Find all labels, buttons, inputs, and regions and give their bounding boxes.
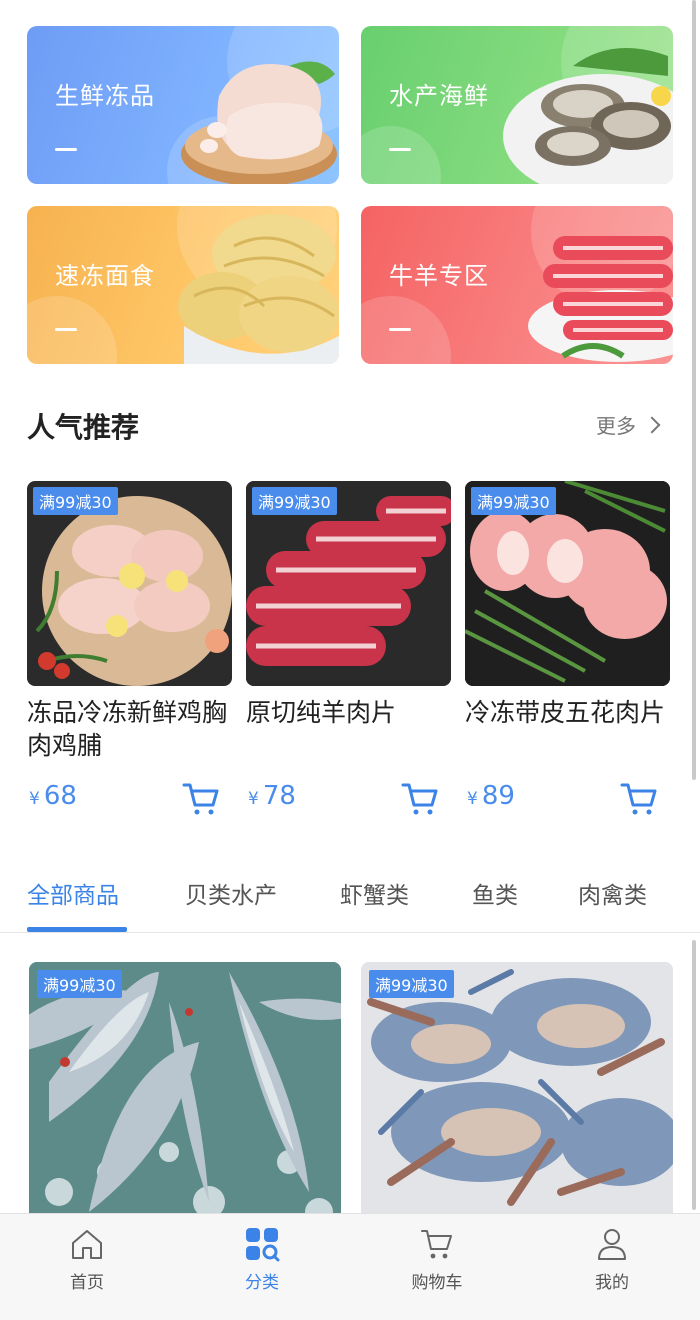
chicken-leg-image [181,61,337,184]
add-to-cart-icon[interactable] [182,781,220,817]
app-page: 生鲜冻品 水产海鲜 速冻面食 牛羊专区 人气推荐 更多 满99减30 冻品冷冻新… [0,0,700,1320]
bottom-nav: 首页 分类 购物车 我的 [0,1213,700,1320]
category-card-frozen-noodles[interactable]: 速冻面食 [27,206,339,364]
product-name[interactable]: 原切纯羊肉片 [246,696,451,766]
currency-symbol: ¥ [467,789,478,809]
category-dash [389,148,411,151]
category-icon [246,1228,280,1262]
category-dash [389,328,411,331]
category-dash [55,148,77,151]
category-title: 生鲜冻品 [55,82,155,110]
add-to-cart-icon[interactable] [401,781,439,817]
product-card[interactable]: 满99减30 冷冻带皮五花肉片 ¥89 [465,481,670,815]
product-price: ¥89 [467,781,515,811]
price-value: 78 [262,781,296,811]
product-name[interactable]: 冷冻带皮五花肉片 [465,696,670,766]
product-card[interactable]: 满99减30 冻品冷冻新鲜鸡胸肉鸡脯 ¥68 [27,481,232,815]
category-card-beef-lamb[interactable]: 牛羊专区 [361,206,673,364]
price-value: 68 [43,781,77,811]
nav-label: 分类 [245,1273,279,1293]
category-title: 牛羊专区 [389,262,489,290]
home-icon [72,1230,102,1259]
product-price: ¥78 [248,781,296,811]
more-link[interactable]: 更多 [596,410,661,439]
nav-label: 购物车 [411,1273,463,1293]
chevron-right-icon [643,416,661,433]
list-item[interactable]: 满99减30 [361,962,673,1222]
product-name[interactable]: 冻品冷冻新鲜鸡胸肉鸡脯 [27,696,232,766]
promo-tag: 满99减30 [37,970,122,998]
scrollbar-list[interactable] [692,940,696,1210]
oysters-image [503,48,673,184]
category-card-seafood[interactable]: 水产海鲜 [361,26,673,184]
promo-tag: 满99减30 [369,970,454,998]
promo-tag: 满99减30 [471,487,556,515]
price-value: 89 [481,781,515,811]
category-dash [55,328,77,331]
category-card-fresh-frozen[interactable]: 生鲜冻品 [27,26,339,184]
nav-item-cart[interactable]: 购物车 [387,1226,487,1293]
nav-item-category[interactable]: 分类 [212,1226,312,1293]
product-card[interactable]: 满99减30 原切纯羊肉片 ¥78 [246,481,451,815]
category-title: 速冻面食 [55,262,155,290]
product-image[interactable]: 满99减30 [465,481,670,686]
more-label: 更多 [596,414,636,438]
promo-tag: 满99减30 [252,487,337,515]
tab-shrimp-crab[interactable]: 虾蟹类 [340,876,409,910]
section-title-popular: 人气推荐 [27,411,140,444]
promo-tag: 满99减30 [33,487,118,515]
tabs-divider [0,932,700,933]
meat-rolls-image [528,236,673,362]
scrollbar-main[interactable] [692,0,696,780]
cart-icon [421,1230,452,1259]
fish-on-ice-image [29,962,341,1222]
nav-label: 我的 [595,1273,629,1293]
currency-symbol: ¥ [248,789,259,809]
category-tabs: 全部商品 贝类水产 虾蟹类 鱼类 肉禽类 [0,860,700,932]
category-title: 水产海鲜 [389,82,489,110]
product-image[interactable]: 满99减30 [246,481,451,686]
tab-shellfish[interactable]: 贝类水产 [185,876,277,910]
crabs-image [361,962,673,1222]
noodles-image [178,214,339,364]
currency-symbol: ¥ [29,789,40,809]
nav-item-home[interactable]: 首页 [37,1226,137,1293]
nav-item-profile[interactable]: 我的 [562,1226,662,1293]
nav-label: 首页 [70,1273,104,1293]
list-item[interactable]: 满99减30 [29,962,341,1222]
product-image[interactable]: 满99减30 [27,481,232,686]
tab-fish[interactable]: 鱼类 [472,876,518,910]
tab-meat-poultry[interactable]: 肉禽类 [578,876,647,910]
add-to-cart-icon[interactable] [620,781,658,817]
tab-all-products[interactable]: 全部商品 [27,876,119,910]
user-icon [598,1229,626,1260]
product-price: ¥68 [29,781,77,811]
